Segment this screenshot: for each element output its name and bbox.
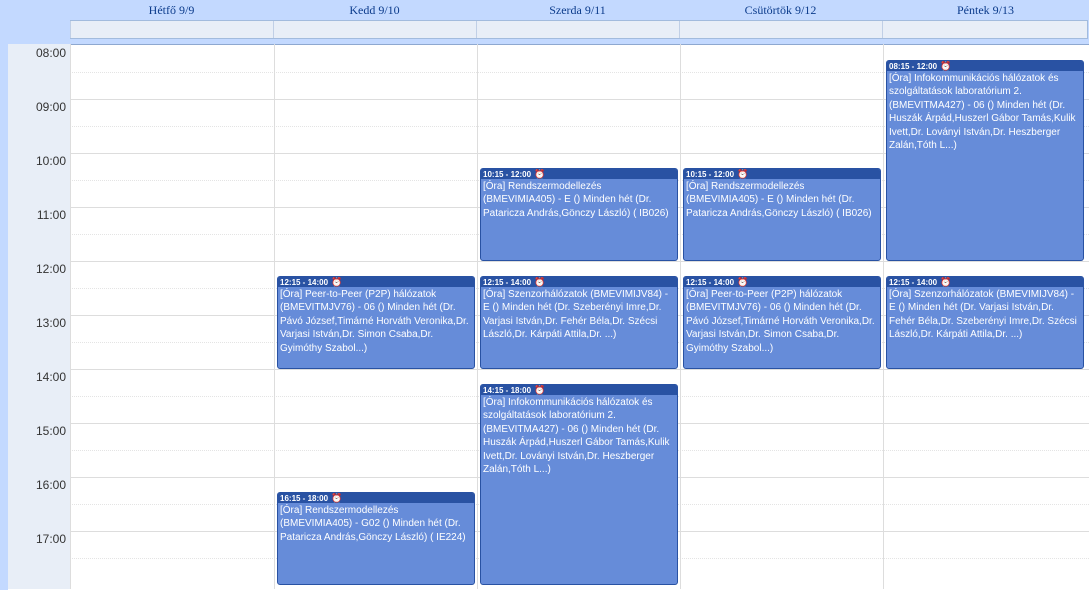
hour-label: 12:00 <box>35 262 66 276</box>
event-title: [Óra] Infokommunikációs hálózatok és szo… <box>483 396 670 476</box>
event-time: 10:15 - 12:00 ⏰ <box>481 168 677 179</box>
event-time: 14:15 - 18:00 ⏰ <box>481 384 677 395</box>
day-header-friday[interactable]: Péntek 9/13 <box>882 0 1089 20</box>
all-day-cell-monday[interactable] <box>70 21 273 38</box>
event-time-label: 12:15 - 14:00 <box>889 277 938 287</box>
event-time-label: 14:15 - 18:00 <box>483 385 532 395</box>
hour-line <box>70 261 1089 262</box>
hour-label: 10:00 <box>35 154 66 168</box>
day-header-monday[interactable]: Hétfő 9/9 <box>70 0 273 20</box>
hour-label: 17:00 <box>35 532 66 546</box>
event-title: [Óra] Infokommunikációs hálózatok és szo… <box>889 72 1076 152</box>
alarm-clock-icon: ⏰ <box>737 168 749 179</box>
day-column-divider <box>883 44 884 589</box>
event-time-label: 12:15 - 14:00 <box>686 277 735 287</box>
alarm-clock-icon: ⏰ <box>940 276 952 287</box>
event-time-label: 08:15 - 12:00 <box>889 61 938 71</box>
all-day-row <box>70 20 1088 39</box>
event-time: 10:15 - 12:00 ⏰ <box>684 168 880 179</box>
calendar-event[interactable]: 12:15 - 14:00 ⏰ [Óra] Peer-to-Peer (P2P) h… <box>683 275 881 369</box>
day-header-tuesday[interactable]: Kedd 9/10 <box>273 0 476 20</box>
hour-label: 14:00 <box>35 370 66 384</box>
event-time-label: 10:15 - 12:00 <box>686 169 735 179</box>
calendar-week-view: Hétfő 9/9 Kedd 9/10 Szerda 9/11 Csütörtö… <box>0 0 1089 590</box>
event-title: [Óra] Szenzorhálózatok (BMEVIMIJV84) - E… <box>889 288 1077 341</box>
event-title: [Óra] Rendszermodellezés (BMEVIMIA405) -… <box>483 180 669 219</box>
hour-label: 09:00 <box>35 100 66 114</box>
event-time: 16:15 - 18:00 ⏰ <box>278 492 474 503</box>
event-title: [Óra] Peer-to-Peer (P2P) hálózatok (BMEV… <box>280 288 469 354</box>
calendar-event[interactable]: 16:15 - 18:00 ⏰ [Óra] Rendszermodellezés (… <box>277 491 475 585</box>
day-column-divider <box>680 44 681 589</box>
event-time: 08:15 - 12:00 ⏰ <box>887 60 1083 71</box>
all-day-cell-tuesday[interactable] <box>273 21 476 38</box>
event-time-label: 10:15 - 12:00 <box>483 169 532 179</box>
day-header-thursday[interactable]: Csütörtök 9/12 <box>679 0 882 20</box>
hour-label: 11:00 <box>36 208 66 222</box>
alarm-clock-icon: ⏰ <box>331 276 343 287</box>
event-time: 12:15 - 14:00 ⏰ <box>481 276 677 287</box>
calendar-event[interactable]: 08:15 - 12:00 ⏰ [Óra] Infokommunikációs há… <box>886 59 1084 261</box>
alarm-clock-icon: ⏰ <box>534 276 546 287</box>
event-title: [Óra] Rendszermodellezés (BMEVIMIA405) -… <box>686 180 872 219</box>
all-day-cell-friday[interactable] <box>882 21 1087 38</box>
day-column-divider <box>477 44 478 589</box>
alarm-clock-icon: ⏰ <box>534 168 546 179</box>
hour-label: 16:00 <box>35 478 66 492</box>
day-column-divider <box>70 44 71 589</box>
event-time-label: 16:15 - 18:00 <box>280 493 329 503</box>
calendar-event[interactable]: 12:15 - 14:00 ⏰ [Óra] Peer-to-Peer (P2P) h… <box>277 275 475 369</box>
calendar-event[interactable]: 10:15 - 12:00 ⏰ [Óra] Rendszermodellezés (… <box>683 167 881 261</box>
calendar-event[interactable]: 14:15 - 18:00 ⏰ [Óra] Infokommunikációs há… <box>480 383 678 585</box>
alarm-clock-icon: ⏰ <box>331 492 343 503</box>
all-day-cell-thursday[interactable] <box>679 21 882 38</box>
event-title: [Óra] Szenzorhálózatok (BMEVIMIJV84) - E… <box>483 288 669 341</box>
calendar-event[interactable]: 12:15 - 14:00 ⏰ [Óra] Szenzorhálózatok (BM… <box>480 275 678 369</box>
event-title: [Óra] Rendszermodellezés (BMEVIMIA405) -… <box>280 504 466 543</box>
event-time: 12:15 - 14:00 ⏰ <box>887 276 1083 287</box>
time-gutter-header <box>0 20 70 44</box>
calendar-event[interactable]: 10:15 - 12:00 ⏰ [Óra] Rendszermodellezés (… <box>480 167 678 261</box>
alarm-clock-icon: ⏰ <box>534 384 546 395</box>
event-time: 12:15 - 14:00 ⏰ <box>684 276 880 287</box>
event-time: 12:15 - 14:00 ⏰ <box>278 276 474 287</box>
event-title: [Óra] Peer-to-Peer (P2P) hálózatok (BMEV… <box>686 288 875 354</box>
event-time-label: 12:15 - 14:00 <box>483 277 532 287</box>
day-header-wednesday[interactable]: Szerda 9/11 <box>476 0 679 20</box>
alarm-clock-icon: ⏰ <box>940 60 952 71</box>
calendar-event[interactable]: 12:15 - 14:00 ⏰ [Óra] Szenzorhálózatok (BM… <box>886 275 1084 369</box>
event-time-label: 12:15 - 14:00 <box>280 277 329 287</box>
hour-line <box>70 369 1089 370</box>
day-column-divider <box>274 44 275 589</box>
hour-label: 15:00 <box>35 424 66 438</box>
all-day-cell-wednesday[interactable] <box>476 21 679 38</box>
hour-label: 08:00 <box>35 46 66 60</box>
alarm-clock-icon: ⏰ <box>737 276 749 287</box>
hour-label: 13:00 <box>35 316 66 330</box>
day-header-row: Hétfő 9/9 Kedd 9/10 Szerda 9/11 Csütörtö… <box>70 0 1089 20</box>
